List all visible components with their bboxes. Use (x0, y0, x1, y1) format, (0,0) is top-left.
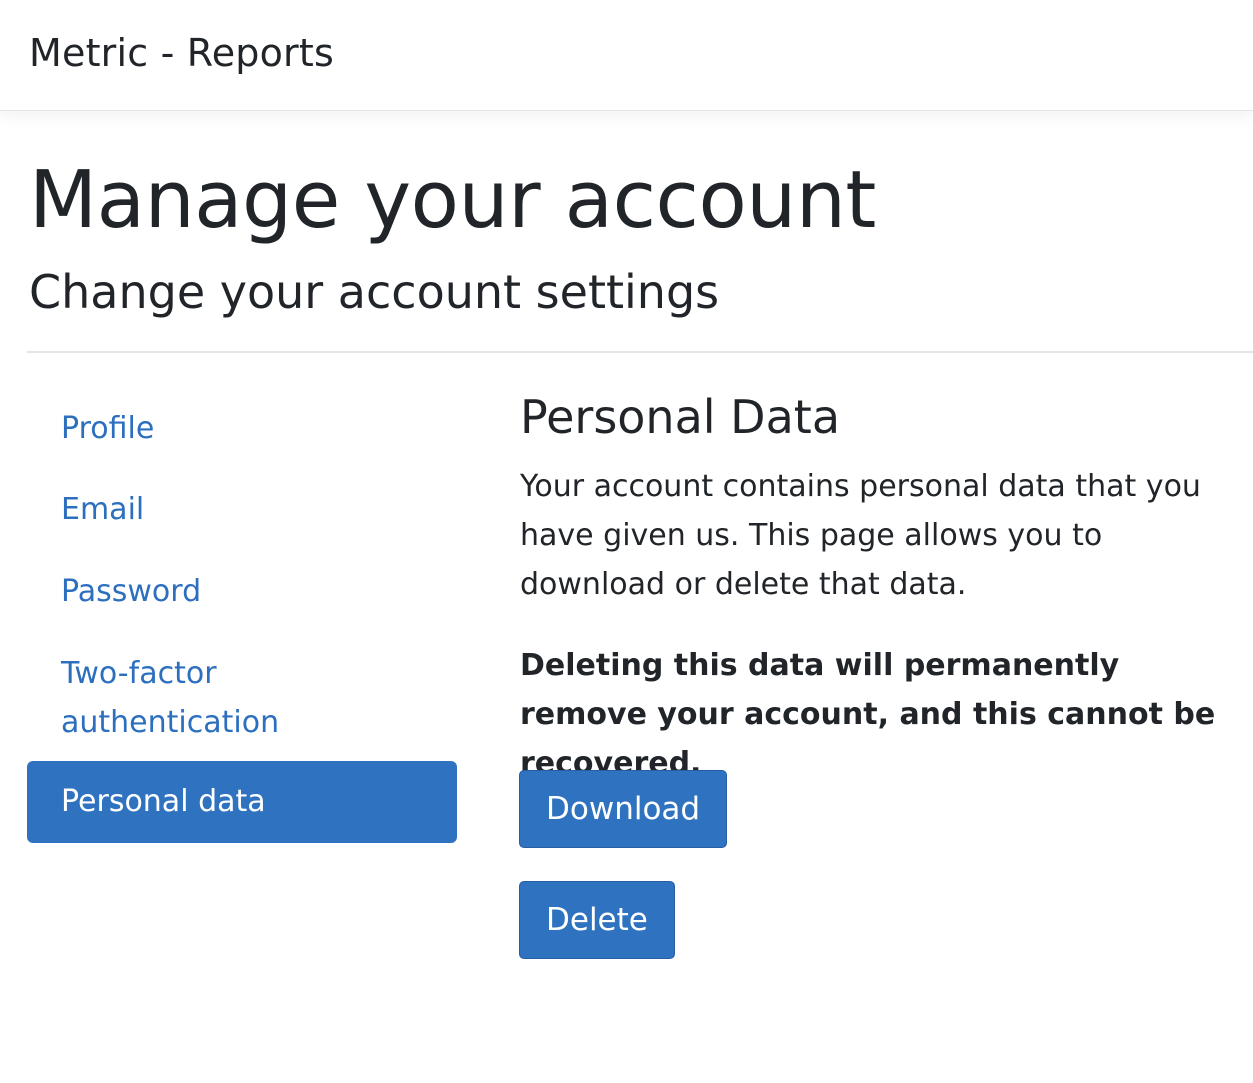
brand-link[interactable]: Metric - Reports (29, 30, 334, 76)
sidebar-item-email[interactable]: Email (27, 485, 457, 534)
top-navbar: Metric - Reports (0, 0, 1253, 111)
delete-button[interactable]: Delete (519, 881, 675, 959)
sidebar-item-password[interactable]: Password (27, 567, 457, 616)
section-title: Personal Data (520, 390, 841, 444)
download-button[interactable]: Download (519, 770, 728, 848)
sidebar-item-profile[interactable]: Profile (27, 404, 457, 453)
page-subtitle: Change your account settings (29, 265, 720, 319)
sidebar-item-two-factor[interactable]: Two-factor authentication (27, 649, 457, 747)
warning-text: Deleting this data will permanently remo… (520, 648, 1216, 781)
description-text: Your account contains personal data that… (520, 469, 1201, 602)
sidebar-item-personal-data[interactable]: Personal data (27, 761, 457, 843)
header-divider (27, 351, 1253, 353)
page-title: Manage your account (29, 154, 876, 246)
